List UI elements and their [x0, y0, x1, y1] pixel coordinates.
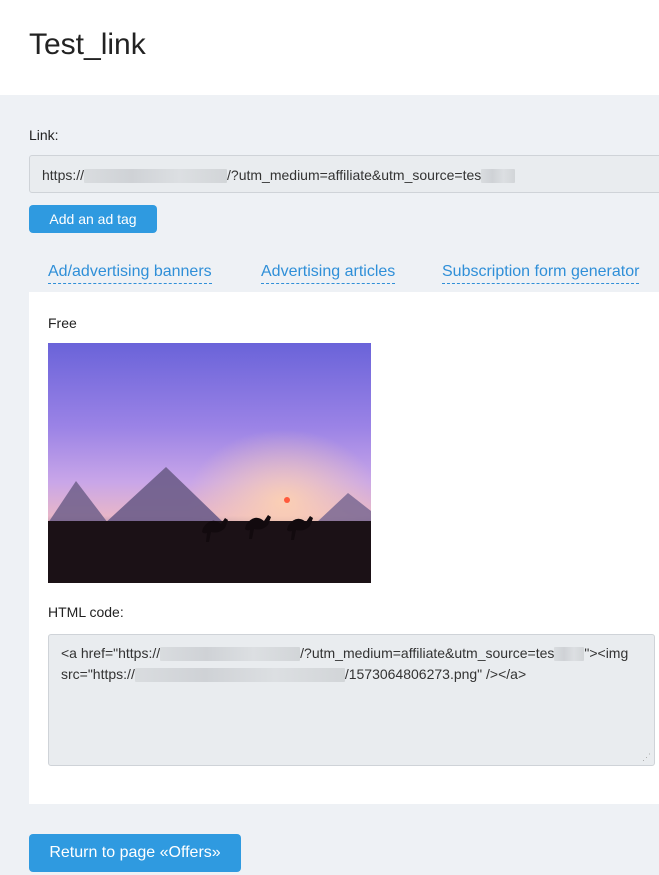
add-ad-tag-button[interactable]: Add an ad tag: [29, 205, 157, 233]
redacted-domain: [84, 169, 228, 184]
redacted-source: [481, 169, 516, 184]
return-to-offers-button[interactable]: Return to page «Offers»: [29, 834, 241, 872]
link-label: Link:: [29, 127, 59, 143]
code-part-1: <a href="https://: [61, 645, 161, 661]
html-code-textarea[interactable]: <a href="https:// /?utm_medium=affiliate&…: [48, 634, 655, 766]
tab-ad-banners[interactable]: Ad/advertising banners: [48, 262, 212, 284]
link-suffix: /?utm_medium=affiliate&utm_source=tes: [227, 167, 482, 183]
html-code-label: HTML code:: [48, 604, 124, 620]
code-part-5: /1573064806273.png" /></a>: [344, 666, 527, 682]
redacted-image-path: [134, 668, 345, 683]
banner-panel: Free HTML code: <a href="https:// /?utm_…: [29, 292, 659, 804]
code-part-2: /?utm_medium=affiliate&utm_source=tes: [300, 645, 555, 661]
resize-grip-icon[interactable]: ⋰: [642, 753, 651, 762]
code-part-3: "><img: [584, 645, 629, 661]
tab-subscription-form-generator[interactable]: Subscription form generator: [442, 262, 640, 284]
page-title: Test_link: [29, 28, 146, 61]
code-part-4: src="https://: [61, 666, 135, 682]
redacted-source: [554, 647, 585, 662]
link-field[interactable]: https:// /?utm_medium=affiliate&utm_sourc…: [29, 155, 659, 193]
tab-advertising-articles[interactable]: Advertising articles: [261, 262, 396, 284]
banner-title: Free: [48, 315, 77, 331]
link-prefix: https://: [42, 167, 85, 183]
redacted-domain: [160, 647, 301, 662]
page-header: Test_link: [0, 0, 659, 95]
banner-image[interactable]: [48, 343, 371, 583]
